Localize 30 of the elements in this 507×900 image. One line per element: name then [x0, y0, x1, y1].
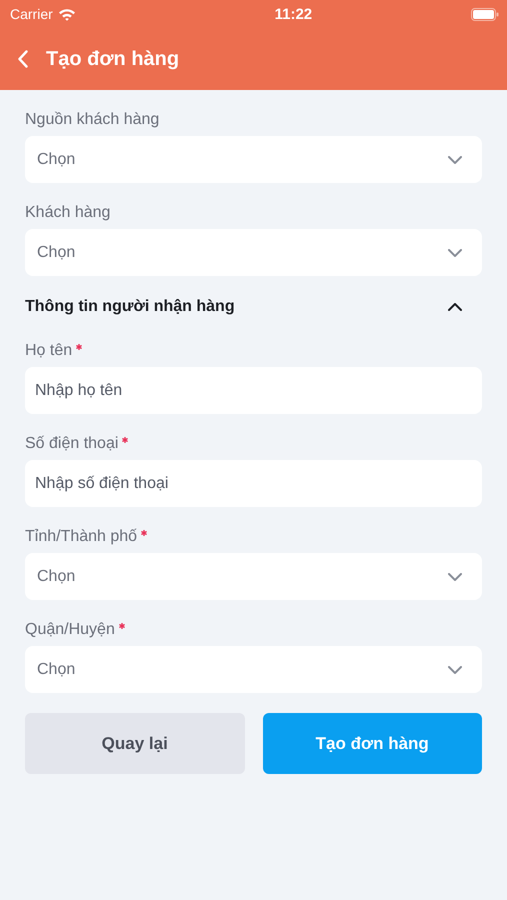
field-label: Tỉnh/Thành phố	[25, 527, 138, 547]
create-order-button[interactable]: Tạo đơn hàng	[262, 713, 482, 774]
chevron-down-icon	[448, 572, 462, 580]
select-field[interactable]: Chọn	[25, 229, 482, 276]
section-title: Thông tin người nhận hàng	[25, 298, 235, 316]
select-placeholder: Chọn	[37, 244, 76, 262]
input-field[interactable]: Nhập họ tên	[25, 367, 482, 414]
field-label: Nguồn khách hàng	[25, 110, 160, 130]
status-time: 11:22	[274, 6, 312, 22]
select-placeholder: Chọn	[37, 150, 76, 168]
input-field[interactable]: Nhập số điện thoại	[25, 460, 482, 507]
page-title: Tạo đơn hàng	[46, 48, 180, 70]
select-placeholder: Chọn	[37, 660, 76, 678]
field-label: Khách hàng	[25, 203, 110, 223]
wifi-icon	[58, 8, 76, 20]
select-field[interactable]: Chọn	[25, 646, 482, 693]
battery-icon	[470, 8, 499, 20]
field-label: Số điện thoại	[25, 434, 118, 454]
back-icon[interactable]	[18, 50, 28, 68]
field-label: Họ tên	[25, 341, 72, 361]
chevron-up-icon	[448, 303, 462, 311]
chevron-down-icon	[448, 156, 462, 164]
select-field[interactable]: Chọn	[25, 553, 482, 600]
select-placeholder: Chọn	[37, 568, 76, 586]
select-field[interactable]: Chọn	[25, 136, 482, 183]
chevron-down-icon	[448, 666, 462, 674]
back-button[interactable]: Quay lại	[25, 713, 244, 774]
carrier-label: Carrier	[10, 6, 53, 22]
field-label: Quận/Huyện	[25, 620, 115, 640]
chevron-down-icon	[448, 248, 462, 256]
